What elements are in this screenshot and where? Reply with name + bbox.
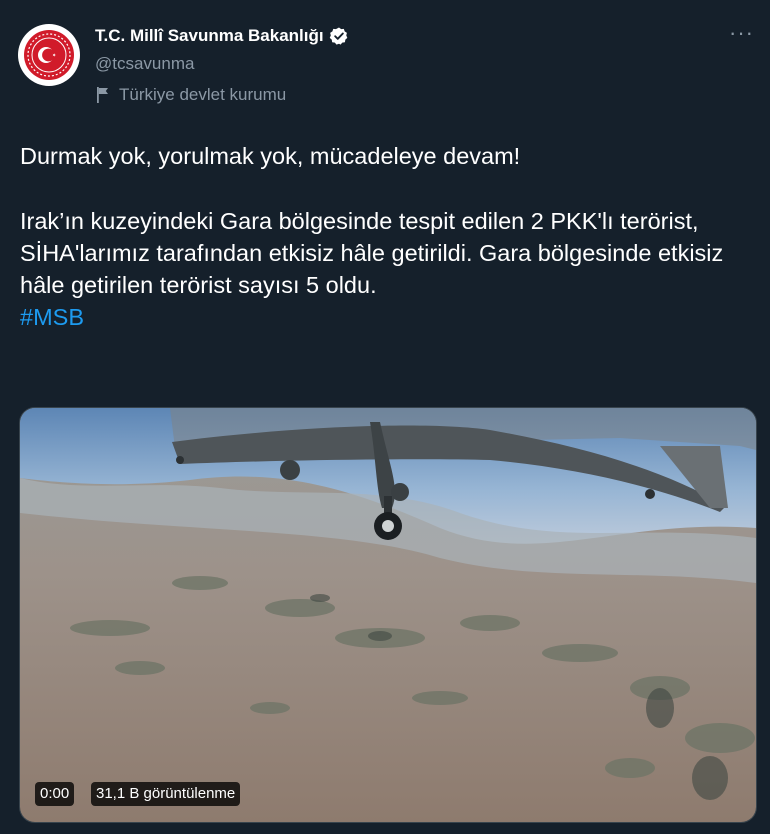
avatar[interactable] (18, 24, 80, 86)
video-timestamp: 0:00 (35, 782, 75, 806)
tweet-paragraph-2: Irak’ın kuzeyindeki Gara bölgesinde tesp… (20, 208, 724, 298)
video-view-count: 31,1 B görüntülenme (91, 782, 241, 806)
tweet-text: Durmak yok, yorulmak yok, mücadeleye dev… (20, 140, 745, 333)
video-thumbnail (20, 408, 756, 822)
verified-badge-icon (329, 27, 347, 45)
account-handle[interactable]: @tcsavunma (95, 54, 194, 74)
ministry-seal-logo (24, 30, 74, 80)
video-player[interactable]: 0:00 31,1 B görüntülenme (19, 407, 757, 823)
account-name-row[interactable]: T.C. Millî Savunma Bakanlığı (95, 26, 349, 46)
display-name[interactable]: T.C. Millî Savunma Bakanlığı (95, 26, 324, 46)
affiliation-text: Türkiye devlet kurumu (119, 85, 287, 104)
tweet-line-1: Durmak yok, yorulmak yok, mücadeleye dev… (20, 143, 521, 169)
hashtag-link[interactable]: #MSB (20, 304, 84, 330)
affiliation-label: Türkiye devlet kurumu (95, 85, 286, 105)
government-flag-icon (97, 87, 108, 103)
more-options-icon[interactable]: ··· (729, 20, 754, 46)
